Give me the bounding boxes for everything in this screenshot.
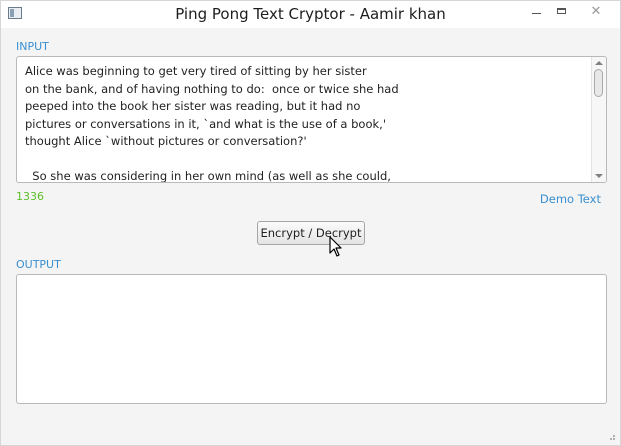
- mouse-cursor-icon: [329, 236, 342, 257]
- scroll-down-icon[interactable]: [595, 174, 603, 178]
- character-count: 1336: [16, 190, 44, 203]
- resize-grip-icon[interactable]: [606, 431, 616, 441]
- output-textarea[interactable]: [16, 274, 607, 404]
- maximize-button[interactable]: [550, 1, 572, 21]
- output-label: OUTPUT: [16, 258, 61, 271]
- encrypt-decrypt-button[interactable]: Encrypt / Decrypt: [257, 221, 365, 245]
- scroll-up-icon[interactable]: [595, 61, 603, 65]
- close-button[interactable]: ✕: [576, 1, 616, 21]
- maximize-icon: [556, 8, 566, 14]
- app-window: Ping Pong Text Cryptor - Aamir khan ✕ IN…: [0, 0, 621, 446]
- input-text[interactable]: Alice was beginning to get very tired of…: [25, 63, 595, 182]
- input-label: INPUT: [16, 40, 49, 53]
- title-bar[interactable]: Ping Pong Text Cryptor - Aamir khan ✕: [1, 1, 620, 28]
- input-textarea[interactable]: Alice was beginning to get very tired of…: [16, 56, 607, 183]
- scroll-thumb[interactable]: [594, 69, 603, 97]
- minimize-button[interactable]: [525, 1, 547, 21]
- close-icon: ✕: [590, 3, 602, 19]
- minimize-icon: [531, 12, 541, 14]
- demo-text-link[interactable]: Demo Text: [540, 192, 601, 206]
- input-scrollbar[interactable]: [591, 57, 606, 182]
